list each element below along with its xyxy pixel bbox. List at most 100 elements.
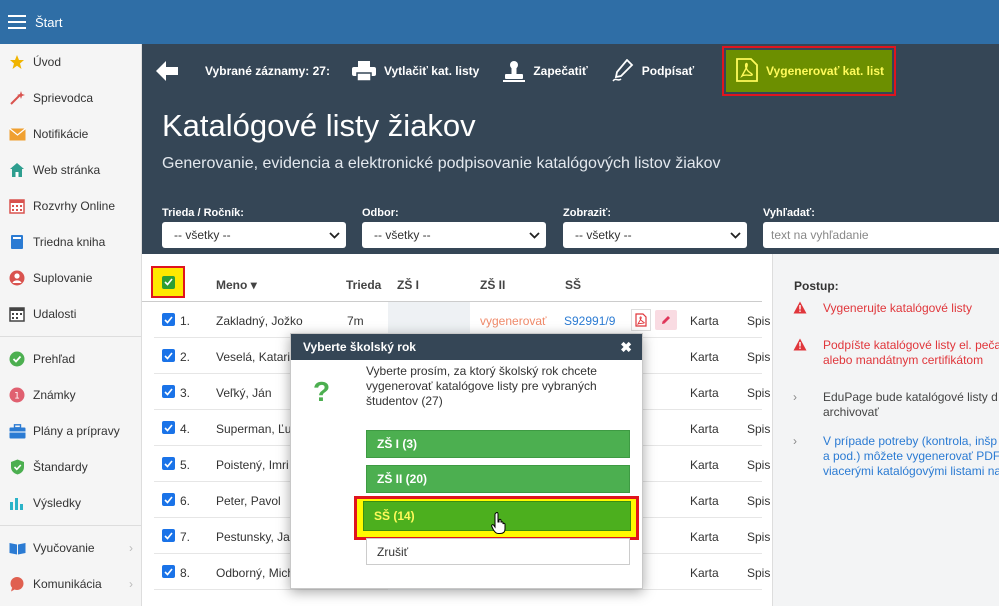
sidebar-divider [0, 525, 141, 526]
filter-trieda: Trieda / Ročník: -- všetky -- [162, 207, 346, 248]
spis-link[interactable]: Spis [747, 350, 770, 364]
spis-link[interactable]: Spis [747, 314, 770, 328]
app-title[interactable]: Štart [35, 15, 62, 30]
seal-button[interactable]: Zapečatiť [503, 60, 588, 82]
karta-link[interactable]: Karta [690, 494, 719, 508]
zobrazit-select[interactable]: -- všetky -- [563, 222, 747, 248]
document-link[interactable]: S92991/9 [564, 314, 615, 328]
page-title: Katalógové listy žiakov [162, 108, 476, 143]
column-header-trieda[interactable]: Trieda [346, 278, 381, 292]
pdf-icon [736, 57, 758, 85]
sidebar-item-label: Plány a prípravy [33, 424, 120, 438]
hand-cursor-icon [491, 511, 507, 537]
step-item: › V prípade potreby (kontrola, inšp a po… [793, 434, 999, 479]
row-checkbox[interactable] [162, 565, 175, 578]
hamburger-menu-icon[interactable] [8, 15, 26, 29]
book-icon [8, 233, 26, 251]
sidebar-item-label: Známky [33, 388, 76, 402]
column-header-meno[interactable]: Meno ▾ [216, 278, 257, 292]
spis-link[interactable]: Spis [747, 566, 770, 580]
check-circle-icon [8, 350, 26, 368]
action-toolbar: Vybrané záznamy: 27: Vytlačiť kat. listy… [142, 44, 999, 98]
sidebar-item-znamky[interactable]: 1 Známky [0, 377, 141, 413]
karta-link[interactable]: Karta [690, 314, 719, 328]
bar-chart-icon [8, 494, 26, 512]
generate-link[interactable]: vygenerovať [480, 314, 547, 328]
sidebar-item-komunikacia[interactable]: Komunikácia › [0, 566, 141, 602]
sidebar-item-web-stranka[interactable]: Web stránka [0, 152, 141, 188]
shield-icon [8, 458, 26, 476]
row-checkbox[interactable] [162, 313, 175, 326]
dialog-message: Vyberte prosím, za ktorý školský rok chc… [366, 364, 597, 408]
karta-link[interactable]: Karta [690, 530, 719, 544]
sidebar-item-uvod[interactable]: Úvod [0, 44, 141, 80]
column-header-zs2[interactable]: ZŠ II [480, 278, 505, 292]
sidebar-item-sprievodca[interactable]: Sprievodca [0, 80, 141, 116]
sidebar-item-notifikacie[interactable]: Notifikácie [0, 116, 141, 152]
karta-link[interactable]: Karta [690, 350, 719, 364]
back-button[interactable] [142, 61, 192, 81]
karta-link[interactable]: Karta [690, 422, 719, 436]
sidebar-item-label: Web stránka [33, 163, 101, 177]
edit-pencil-icon[interactable] [655, 310, 677, 330]
spis-link[interactable]: Spis [747, 422, 770, 436]
sidebar-item-udalosti[interactable]: Udalosti [0, 296, 141, 332]
sidebar-item-label: Suplovanie [33, 271, 93, 285]
grade-icon: 1 [8, 386, 26, 404]
option-zs2-button[interactable]: ZŠ II (20) [366, 465, 630, 493]
sidebar-item-label: Výsledky [33, 496, 82, 510]
sidebar-item-standardy[interactable]: Štandardy [0, 449, 141, 485]
cancel-button[interactable]: Zrušiť [366, 538, 630, 565]
row-number: 3. [180, 386, 191, 400]
chevron-right-icon: › [129, 577, 133, 591]
row-checkbox[interactable] [162, 457, 175, 470]
filter-label: Odbor: [362, 207, 399, 219]
sidebar-item-label: Prehľad [33, 352, 76, 366]
sidebar-item-vysledky[interactable]: Výsledky [0, 485, 141, 521]
select-all-highlight [151, 266, 185, 298]
sidebar-item-triedna-kniha[interactable]: Triedna kniha [0, 224, 141, 260]
spis-link[interactable]: Spis [747, 458, 770, 472]
column-header-ss[interactable]: SŠ [565, 278, 581, 292]
sidebar-item-suplovanie[interactable]: Suplovanie [0, 260, 141, 296]
search-input[interactable]: text na vyhľadanie [763, 222, 999, 248]
karta-link[interactable]: Karta [690, 386, 719, 400]
karta-link[interactable]: Karta [690, 458, 719, 472]
sidebar-item-vyucovanie[interactable]: Vyučovanie › [0, 530, 141, 566]
row-checkbox[interactable] [162, 529, 175, 542]
filter-search: Vyhľadať: text na vyhľadanie [763, 207, 999, 248]
generate-button[interactable]: Vygenerovať kat. list [726, 50, 892, 92]
close-icon[interactable]: ✖ [620, 339, 632, 356]
chevron-right-icon: › [793, 390, 797, 404]
question-icon: ? [313, 376, 331, 407]
karta-link[interactable]: Karta [690, 566, 719, 580]
warning-icon [793, 301, 823, 318]
step-text: EduPage bude katalógové listy d archivov… [823, 390, 998, 419]
row-checkbox[interactable] [162, 349, 175, 362]
row-checkbox[interactable] [162, 385, 175, 398]
row-checkbox[interactable] [162, 493, 175, 506]
spis-link[interactable]: Spis [747, 494, 770, 508]
student-name: Pestunsky, Ja [216, 530, 290, 544]
sidebar-item-prehlad[interactable]: Prehľad [0, 341, 141, 377]
print-button[interactable]: Vytlačiť kat. listy [351, 61, 479, 81]
pdf-icon[interactable] [631, 309, 651, 331]
table-header: Meno ▾ Trieda ZŠ I ZŠ II SŠ [142, 254, 762, 302]
spis-link[interactable]: Spis [747, 530, 770, 544]
column-header-zs1[interactable]: ZŠ I [397, 278, 419, 292]
sidebar-item-plany[interactable]: Plány a prípravy [0, 413, 141, 449]
warning-icon [793, 338, 823, 368]
option-zs1-button[interactable]: ZŠ I (3) [366, 430, 630, 458]
seal-label: Zapečatiť [533, 64, 588, 78]
select-all-checkbox[interactable] [161, 275, 175, 289]
sign-button[interactable]: Podpísať [612, 59, 694, 83]
step-text: V prípade potreby (kontrola, inšp a pod.… [823, 434, 999, 478]
sidebar-item-rozvrhy[interactable]: Rozvrhy Online [0, 188, 141, 224]
row-checkbox[interactable] [162, 421, 175, 434]
generate-highlight-frame: Vygenerovať kat. list [722, 46, 896, 96]
select-value: -- všetky -- [374, 228, 431, 242]
sidebar-item-label: Štandardy [33, 460, 88, 474]
trieda-select[interactable]: -- všetky -- [162, 222, 346, 248]
spis-link[interactable]: Spis [747, 386, 770, 400]
odbor-select[interactable]: -- všetky -- [362, 222, 546, 248]
